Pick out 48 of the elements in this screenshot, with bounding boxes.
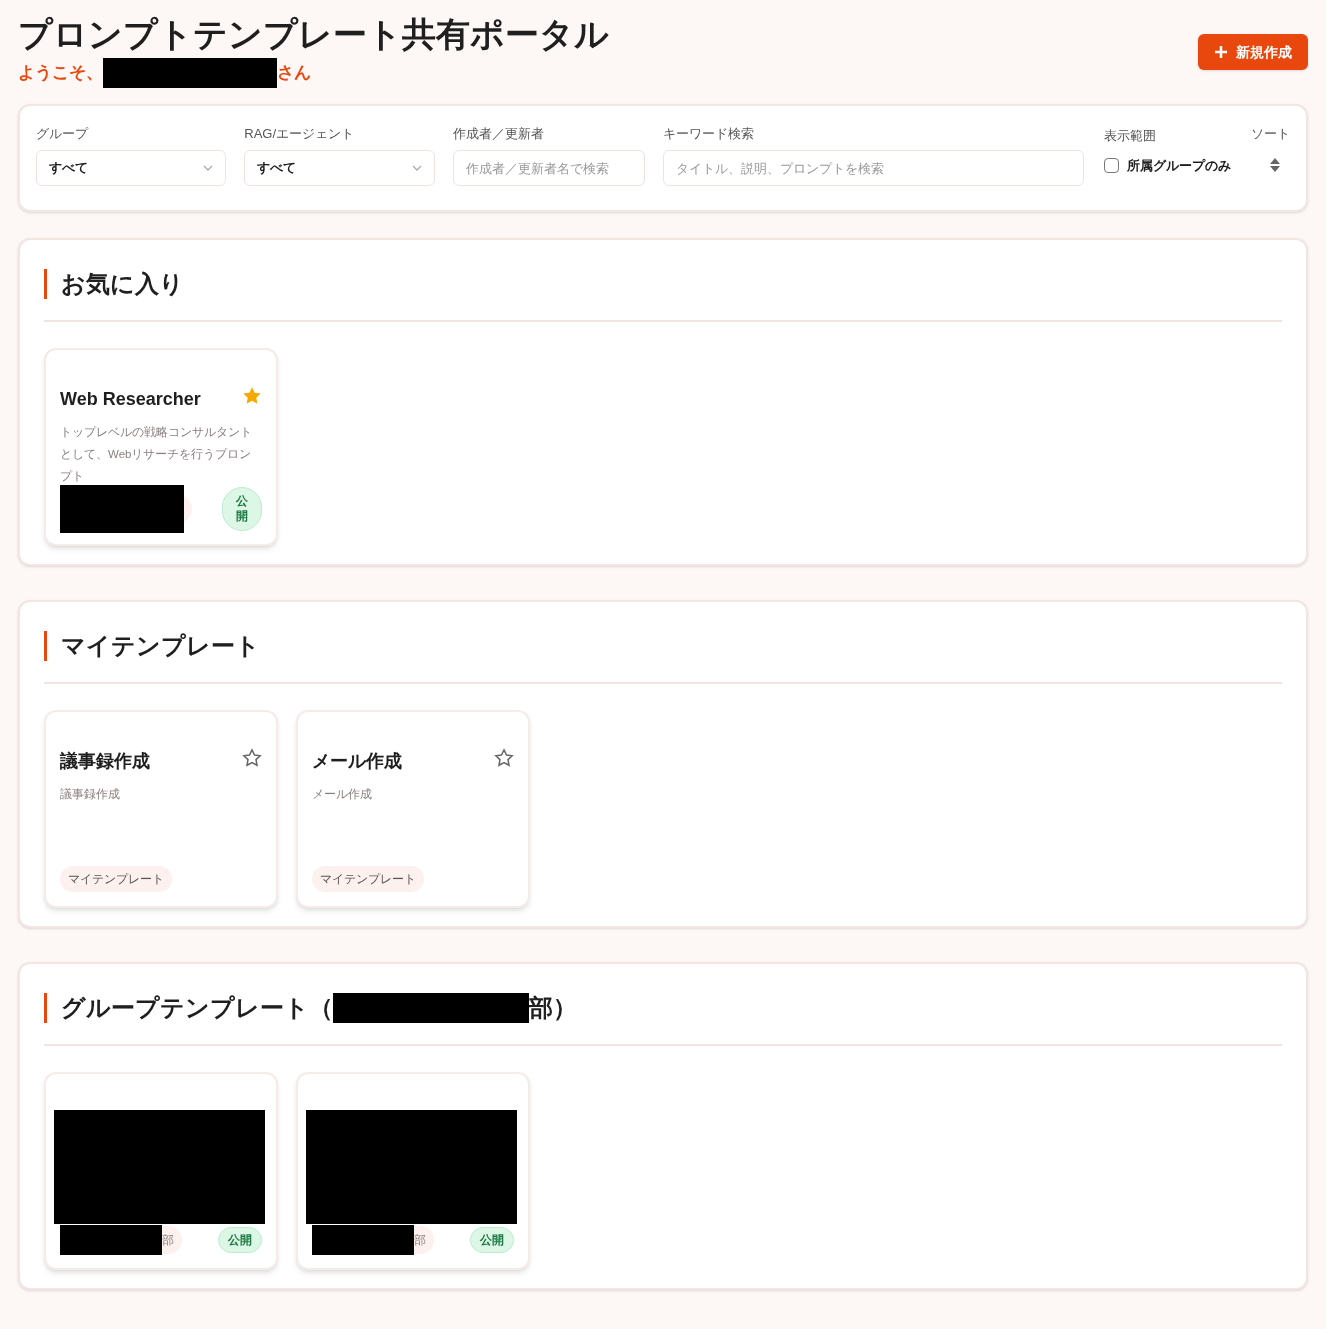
star-icon[interactable]	[242, 386, 262, 406]
sort-icon[interactable]	[1270, 158, 1280, 172]
scope-checkbox[interactable]: 所属グループのみ	[1104, 156, 1233, 176]
accent-bar	[44, 631, 47, 661]
rag-select[interactable]: すべて	[244, 150, 435, 186]
field-label: ソート	[1251, 125, 1290, 143]
template-card[interactable]: メール作成 メール作成 マイテンプレート	[296, 710, 530, 908]
card-title: メール作成	[312, 750, 402, 773]
field-label: 表示範囲	[1104, 127, 1158, 145]
template-card[interactable]: 部 公開	[44, 1072, 278, 1270]
public-badge: 公開	[222, 487, 262, 531]
card-title: 議事録作成	[60, 750, 150, 773]
tag-text: 部	[414, 1232, 426, 1249]
section-title: グループテンプレート（	[61, 993, 333, 1023]
chevron-icon	[203, 165, 214, 171]
group-select[interactable]: すべて	[36, 150, 227, 186]
field-label: RAG/エージェント	[244, 125, 356, 143]
star-icon[interactable]	[494, 748, 514, 768]
section-title: お気に入り	[61, 269, 184, 299]
plus-icon	[1214, 45, 1228, 59]
template-card[interactable]: 部 公開	[296, 1072, 530, 1270]
section-title: 部）	[529, 993, 577, 1023]
greeting-text: ようこそ、	[18, 62, 103, 85]
accent-bar	[44, 269, 47, 299]
new-button[interactable]: 新規作成	[1198, 34, 1308, 70]
template-card[interactable]: 議事録作成 議事録作成 マイテンプレート	[44, 710, 278, 908]
accent-bar	[44, 993, 47, 1023]
greeting-text: さん	[277, 62, 311, 85]
page-title: プロンプトテンプレート共有ポータル	[18, 14, 609, 55]
star-icon[interactable]	[242, 748, 262, 768]
tag-pill: マイテンプレート	[312, 866, 424, 892]
tag-text: 部	[162, 1232, 174, 1249]
public-badge: 公開	[218, 1227, 262, 1253]
chevron-icon	[411, 165, 422, 171]
section-title: マイテンプレート	[61, 631, 260, 661]
checkbox[interactable]	[1104, 158, 1120, 174]
card-description: トップレベルの戦略コンサルタントとして、Webリサーチを行うプロンプト	[60, 425, 253, 484]
tag-pill: マイテンプレート	[60, 866, 172, 892]
template-card[interactable]: Web Researcher トップレベルの戦略コンサルタントとして、Webリサーチを行うプロンプト 公開	[44, 348, 278, 546]
field-label: グループ	[36, 125, 90, 143]
field-label: 作成者／更新者	[452, 125, 545, 143]
card-title: Web Researcher	[60, 388, 201, 411]
card-description: 議事録作成	[60, 787, 121, 802]
keyword-search-field[interactable]: タイトル、説明、プロンプトを検索	[662, 150, 1085, 186]
public-badge: 公開	[470, 1227, 514, 1253]
field-label: キーワード検索	[662, 125, 755, 143]
card-description: メール作成	[312, 787, 373, 802]
author-search-field[interactable]: 作成者／更新者名で検索	[452, 150, 645, 186]
